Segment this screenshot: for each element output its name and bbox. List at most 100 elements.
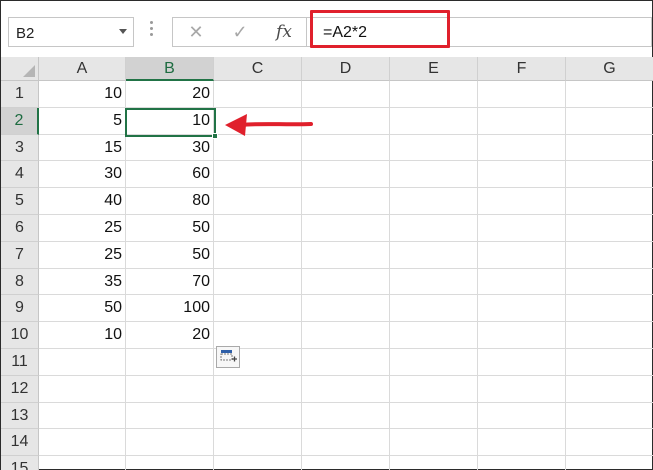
cell-g7[interactable]	[566, 242, 653, 269]
name-box[interactable]: B2	[8, 17, 134, 47]
cell-d10[interactable]	[302, 322, 390, 349]
cell-c8[interactable]	[214, 268, 302, 296]
cell-d4[interactable]	[302, 161, 390, 189]
cell-g9[interactable]	[566, 295, 653, 323]
drag-handle[interactable]	[149, 21, 153, 43]
cell-c9[interactable]	[214, 295, 302, 323]
cell-e11[interactable]	[390, 349, 478, 376]
cell-a4[interactable]: 30	[39, 161, 126, 189]
cell-c14[interactable]	[214, 429, 302, 457]
cell-c6[interactable]	[214, 215, 302, 242]
paste-options-button[interactable]	[216, 346, 240, 368]
row-header-9[interactable]: 9	[1, 295, 39, 323]
cell-g4[interactable]	[566, 161, 653, 189]
cell-g13[interactable]	[566, 403, 653, 430]
cell-g6[interactable]	[566, 215, 653, 242]
cell-d9[interactable]	[302, 295, 390, 323]
cell-f8[interactable]	[478, 268, 566, 296]
row-header-5[interactable]: 5	[1, 188, 39, 215]
cell-b7[interactable]: 50	[126, 241, 214, 269]
cell-a8[interactable]: 35	[39, 268, 126, 296]
cell-b9[interactable]: 100	[126, 295, 214, 323]
cell-a5[interactable]: 40	[39, 188, 126, 215]
row-header-7[interactable]: 7	[1, 241, 39, 269]
cell-c13[interactable]	[214, 402, 302, 430]
column-header-a[interactable]: A	[39, 57, 126, 81]
fill-handle[interactable]	[212, 133, 218, 139]
row-header-12[interactable]: 12	[1, 375, 39, 403]
row-header-3[interactable]: 3	[1, 134, 39, 162]
row-header-11[interactable]: 11	[1, 349, 39, 376]
cell-g10[interactable]	[566, 322, 653, 349]
row-header-6[interactable]: 6	[1, 215, 39, 242]
cell-a15[interactable]	[39, 456, 126, 470]
cell-f7[interactable]	[478, 241, 566, 269]
row-header-13[interactable]: 13	[1, 402, 39, 430]
cell-g8[interactable]	[566, 269, 653, 296]
row-header-4[interactable]: 4	[1, 161, 39, 189]
cell-c1[interactable]	[214, 81, 302, 108]
cell-g1[interactable]	[566, 81, 653, 108]
row-header-8[interactable]: 8	[1, 268, 39, 296]
cell-d6[interactable]	[302, 215, 390, 242]
cell-d14[interactable]	[302, 429, 390, 457]
row-header-14[interactable]: 14	[1, 429, 39, 457]
cell-a10[interactable]: 10	[39, 322, 126, 349]
cell-e1[interactable]	[390, 81, 478, 108]
cell-d1[interactable]	[302, 81, 390, 108]
select-all-button[interactable]	[1, 57, 39, 81]
column-header-c[interactable]: C	[214, 57, 302, 81]
cell-e9[interactable]	[390, 295, 478, 323]
cell-b15[interactable]	[126, 456, 214, 470]
cell-g12[interactable]	[566, 376, 653, 403]
cell-f11[interactable]	[478, 349, 566, 376]
cell-e4[interactable]	[390, 161, 478, 189]
column-header-g[interactable]: G	[566, 57, 653, 81]
cell-e12[interactable]	[390, 375, 478, 403]
cell-f5[interactable]	[478, 188, 566, 215]
cell-a11[interactable]	[39, 349, 126, 376]
cell-c5[interactable]	[214, 188, 302, 215]
cell-e10[interactable]	[390, 322, 478, 349]
cell-e13[interactable]	[390, 402, 478, 430]
cell-g15[interactable]	[566, 456, 653, 470]
cell-c10[interactable]	[214, 322, 302, 349]
cell-d13[interactable]	[302, 402, 390, 430]
cell-b14[interactable]	[126, 429, 214, 457]
cell-g14[interactable]	[566, 429, 653, 457]
cell-e2[interactable]	[390, 107, 478, 135]
cell-f15[interactable]	[478, 456, 566, 470]
cell-f10[interactable]	[478, 322, 566, 349]
row-header-10[interactable]: 10	[1, 322, 39, 349]
cell-g2[interactable]	[566, 108, 653, 135]
cancel-icon[interactable]: ✕	[183, 21, 209, 43]
column-header-b[interactable]: B	[126, 57, 214, 81]
cell-e8[interactable]	[390, 268, 478, 296]
chevron-down-icon[interactable]	[119, 29, 127, 34]
cell-f2[interactable]	[478, 107, 566, 135]
column-header-d[interactable]: D	[302, 57, 390, 81]
cell-f13[interactable]	[478, 402, 566, 430]
cell-b10[interactable]: 20	[126, 322, 214, 349]
cell-a12[interactable]	[39, 375, 126, 403]
cell-b11[interactable]	[126, 349, 214, 376]
cell-g3[interactable]	[566, 135, 653, 162]
row-header-1[interactable]: 1	[1, 81, 39, 108]
cell-b13[interactable]	[126, 402, 214, 430]
cell-g5[interactable]	[566, 188, 653, 215]
cell-e15[interactable]	[390, 456, 478, 470]
cell-f14[interactable]	[478, 429, 566, 457]
cell-e14[interactable]	[390, 429, 478, 457]
cell-f3[interactable]	[478, 134, 566, 162]
cell-e7[interactable]	[390, 241, 478, 269]
cell-a2[interactable]: 5	[39, 107, 126, 135]
column-header-e[interactable]: E	[390, 57, 478, 81]
cell-a13[interactable]	[39, 402, 126, 430]
enter-icon[interactable]: ✓	[227, 21, 253, 43]
cell-e5[interactable]	[390, 188, 478, 215]
cell-a1[interactable]: 10	[39, 81, 126, 108]
cell-f9[interactable]	[478, 295, 566, 323]
cell-d7[interactable]	[302, 241, 390, 269]
row-header-2[interactable]: 2	[1, 107, 39, 135]
cell-a14[interactable]	[39, 429, 126, 457]
